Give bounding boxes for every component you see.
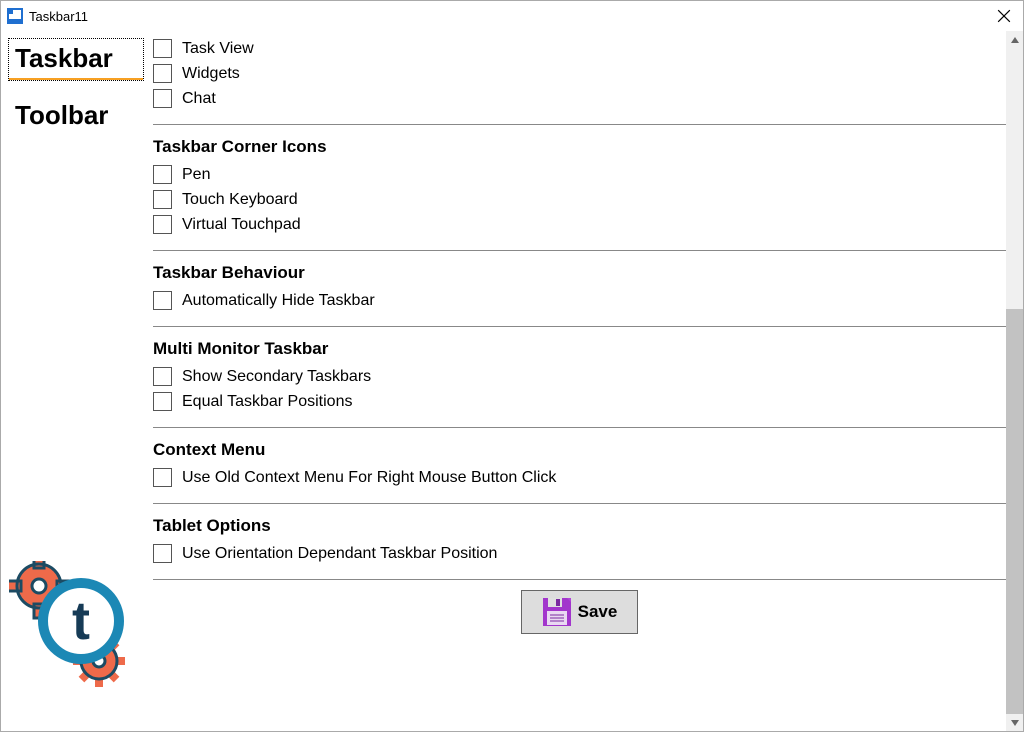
checkbox-row-virtual-touchpad: Virtual Touchpad [153,215,1006,234]
checkbox-row-touch-keyboard: Touch Keyboard [153,190,1006,209]
checkbox-row-auto-hide: Automatically Hide Taskbar [153,291,1006,310]
checkbox-widgets[interactable] [153,64,172,83]
svg-text:t: t [72,591,90,651]
checkbox-row-equal-positions: Equal Taskbar Positions [153,392,1006,411]
save-button-label: Save [578,602,618,622]
checkbox-label: Chat [182,90,216,108]
checkbox-row-chat: Chat [153,89,1006,108]
section-header-behaviour: Taskbar Behaviour [153,263,1006,283]
checkbox-task-view[interactable] [153,39,172,58]
checkbox-row-secondary-taskbars: Show Secondary Taskbars [153,367,1006,386]
checkbox-row-orientation-taskbar: Use Orientation Dependant Taskbar Positi… [153,544,1006,563]
checkbox-row-widgets: Widgets [153,64,1006,83]
checkbox-label: Automatically Hide Taskbar [182,292,375,310]
checkbox-label: Equal Taskbar Positions [182,393,352,411]
sidebar: Taskbar Toolbar [1,31,151,731]
app-logo: t [9,561,139,691]
close-button[interactable] [993,5,1015,27]
checkbox-virtual-touchpad[interactable] [153,215,172,234]
checkbox-label: Use Old Context Menu For Right Mouse But… [182,469,556,487]
checkbox-auto-hide[interactable] [153,291,172,310]
checkbox-row-task-view: Task View [153,39,1006,58]
checkbox-label: Widgets [182,65,240,83]
tab-taskbar[interactable]: Taskbar [9,39,143,80]
checkbox-label: Show Secondary Taskbars [182,368,371,386]
checkbox-row-old-context-menu: Use Old Context Menu For Right Mouse But… [153,468,1006,487]
checkbox-row-pen: Pen [153,165,1006,184]
app-icon [7,8,23,24]
checkbox-label: Pen [182,166,210,184]
floppy-icon [542,597,572,627]
checkbox-label: Task View [182,40,254,58]
checkbox-orientation-taskbar[interactable] [153,544,172,563]
checkbox-equal-positions[interactable] [153,392,172,411]
checkbox-label: Use Orientation Dependant Taskbar Positi… [182,545,497,563]
window-title: Taskbar11 [29,9,88,24]
checkbox-secondary-taskbars[interactable] [153,367,172,386]
section-header-context-menu: Context Menu [153,440,1006,460]
checkbox-old-context-menu[interactable] [153,468,172,487]
tab-toolbar[interactable]: Toolbar [9,96,143,135]
save-button[interactable]: Save [521,590,639,634]
scrollbar-thumb[interactable] [1006,309,1023,722]
section-header-corner-icons: Taskbar Corner Icons [153,137,1006,157]
section-header-multimonitor: Multi Monitor Taskbar [153,339,1006,359]
section-header-tablet: Tablet Options [153,516,1006,536]
checkbox-chat[interactable] [153,89,172,108]
scrollbar-down-arrow[interactable] [1006,714,1023,731]
checkbox-label: Touch Keyboard [182,191,298,209]
scrollbar-up-arrow[interactable] [1006,31,1023,48]
checkbox-touch-keyboard[interactable] [153,190,172,209]
checkbox-label: Virtual Touchpad [182,216,301,234]
titlebar: Taskbar11 [1,1,1023,31]
main-panel: Task View Widgets Chat Taskbar Corner Ic… [151,31,1023,731]
checkbox-pen[interactable] [153,165,172,184]
